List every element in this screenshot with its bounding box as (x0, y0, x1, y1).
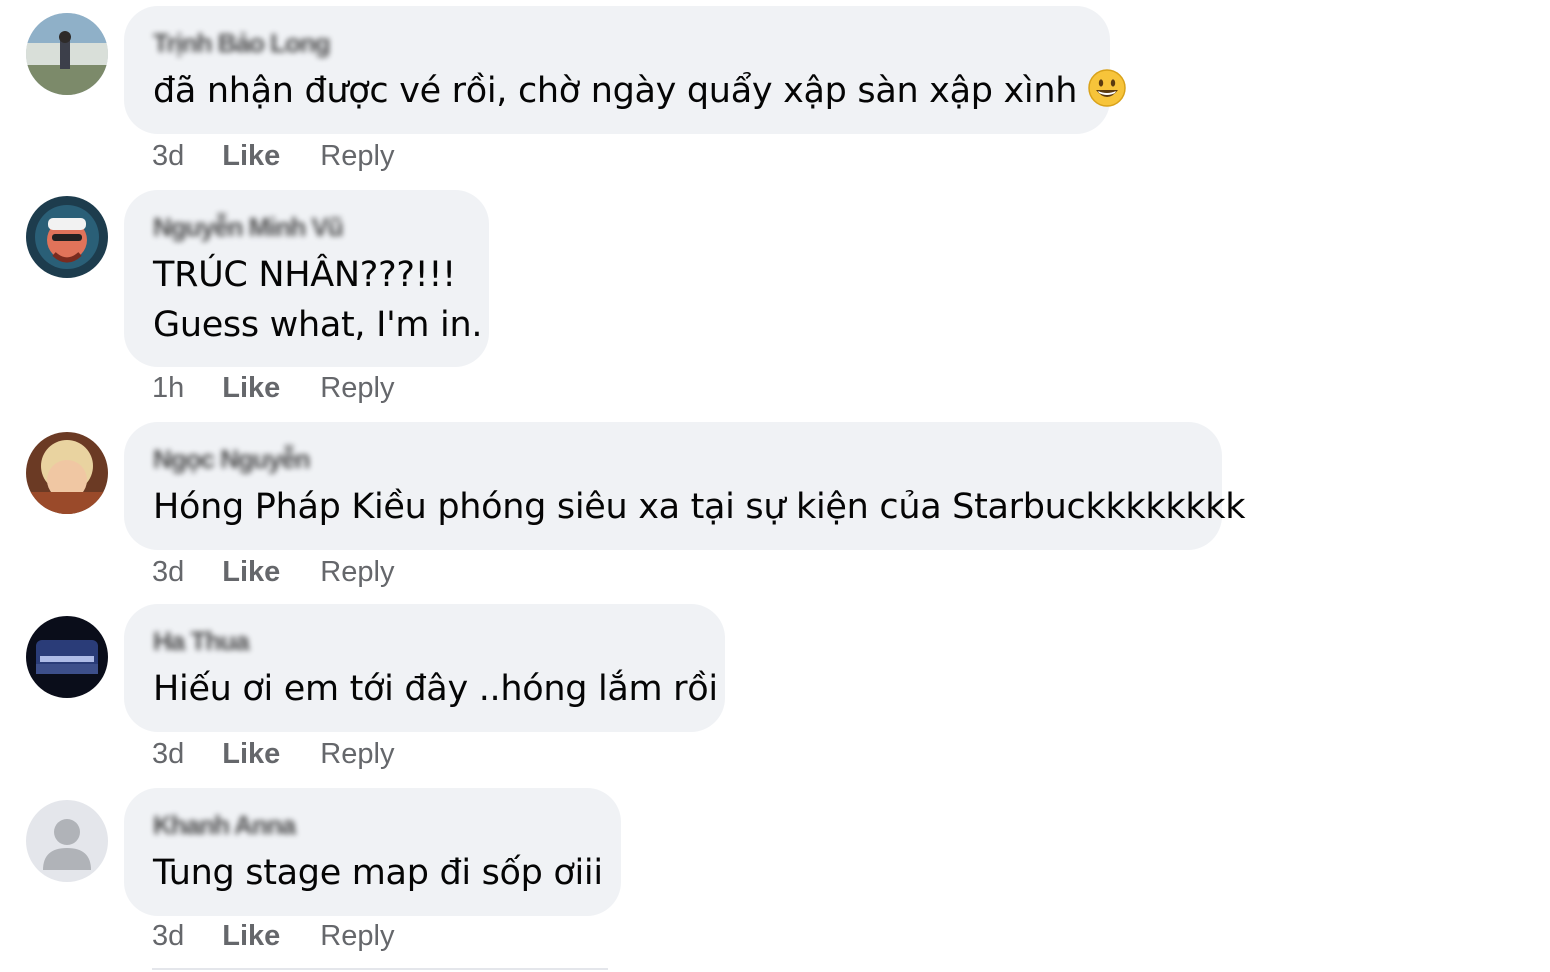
reply-button[interactable]: Reply (320, 556, 394, 589)
reply-button[interactable]: Reply (320, 140, 394, 173)
comment-author[interactable]: Nguyễn Minh Vũ (153, 214, 459, 240)
comment-text-line: đã nhận được vé rồi, chờ ngày quẩy xập s… (153, 71, 1078, 111)
avatar[interactable] (26, 616, 108, 698)
like-button[interactable]: Like (222, 556, 280, 589)
default-profile-icon (26, 800, 108, 882)
avatar[interactable] (26, 432, 108, 514)
reply-button[interactable]: Reply (320, 738, 394, 771)
comment-author[interactable]: Trịnh Bảo Long (153, 30, 1080, 56)
comment-text-line: Hiếu ơi em tới đây ..hóng lắm rồi (153, 669, 718, 709)
avatar[interactable] (26, 196, 108, 278)
comment-bubble: Nguyễn Minh Vũ TRÚC NHÂN???!!! Guess wha… (124, 190, 489, 367)
avatar[interactable] (26, 13, 108, 95)
comment-text-line: Tung stage map đi sốp ơiii (153, 853, 603, 893)
comment-actions: 3d Like Reply (152, 920, 434, 953)
avatar-photo-icon (26, 616, 108, 698)
like-button[interactable]: Like (222, 920, 280, 953)
comment-actions: 1h Like Reply (152, 372, 434, 405)
comment-bubble: Khanh Anna Tung stage map đi sốp ơiii (124, 788, 621, 916)
comment-author[interactable]: Ngọc Nguyễn (153, 446, 1192, 472)
comment-timestamp: 3d (152, 556, 185, 588)
comment-bubble: Trịnh Bảo Long đã nhận được vé rồi, chờ … (124, 6, 1126, 134)
comment-text-line: Guess what, I'm in. (153, 305, 483, 345)
like-button[interactable]: Like (222, 738, 280, 771)
comment-timestamp: 1h (152, 372, 185, 404)
comment-bubble: Ngọc Nguyễn Hóng Pháp Kiều phóng siêu xa… (124, 422, 1246, 550)
comment-text-line: Hóng Pháp Kiều phóng siêu xa tại sự kiện… (153, 487, 1246, 527)
like-button[interactable]: Like (222, 140, 280, 173)
comment-actions: 3d Like Reply (152, 140, 434, 173)
comment-text: đã nhận được vé rồi, chờ ngày quẩy xập s… (153, 66, 1126, 122)
avatar-photo-icon (26, 432, 108, 514)
comment-actions: 3d Like Reply (152, 556, 434, 589)
comment-actions: 3d Like Reply (152, 738, 434, 771)
grinning-face-icon (1087, 68, 1127, 122)
divider (152, 968, 608, 970)
reply-button[interactable]: Reply (320, 372, 394, 405)
reply-button[interactable]: Reply (320, 920, 394, 953)
comment-author[interactable]: Khanh Anna (153, 812, 591, 838)
comment-bubble: Ha Thua Hiếu ơi em tới đây ..hóng lắm rồ… (124, 604, 725, 732)
comment-timestamp: 3d (152, 920, 185, 952)
comment-author[interactable]: Ha Thua (153, 628, 695, 654)
comment-timestamp: 3d (152, 738, 185, 770)
comment-timestamp: 3d (152, 140, 185, 172)
avatar[interactable] (26, 800, 108, 882)
avatar-photo-icon (26, 196, 108, 278)
like-button[interactable]: Like (222, 372, 280, 405)
comment-text-line: TRÚC NHÂN???!!! (153, 255, 456, 295)
avatar-photo-icon (26, 13, 108, 95)
